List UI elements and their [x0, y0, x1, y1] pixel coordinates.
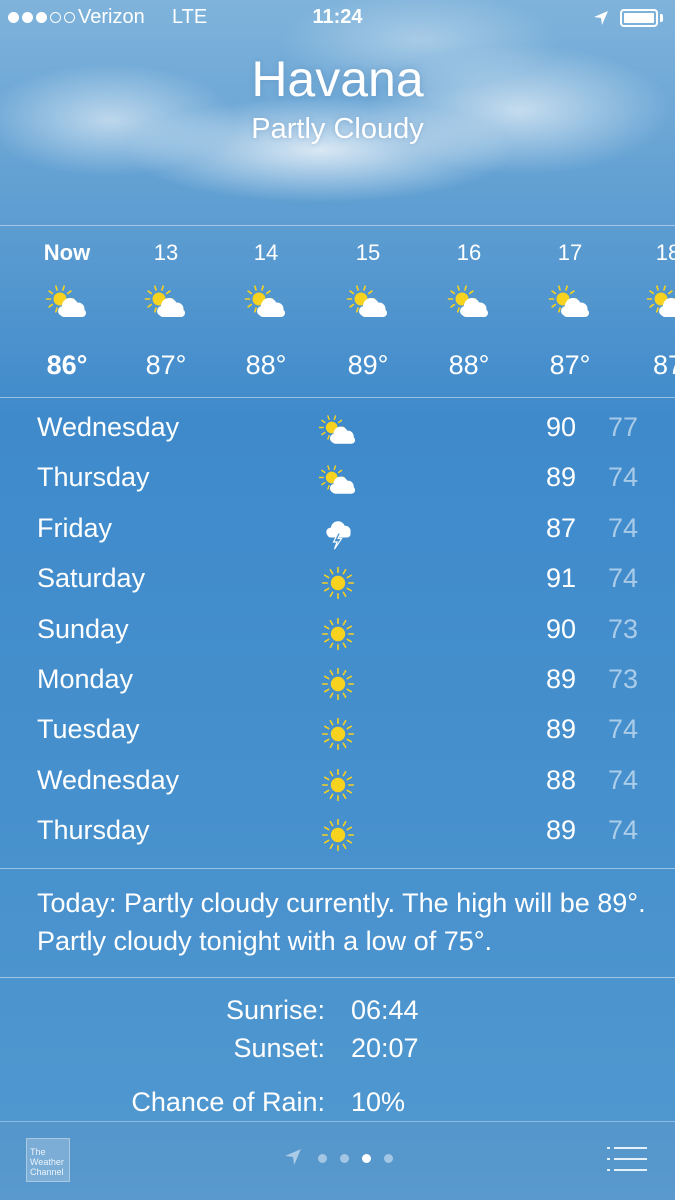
page-dot[interactable]	[384, 1154, 393, 1163]
day-high-temp: 89	[545, 664, 576, 694]
sunrise-label: Sunrise:	[225, 995, 325, 1025]
day-name: Wednesday	[37, 412, 180, 442]
hourly-temperature: 87°	[549, 350, 591, 380]
status-bar: Verizon LTE 11:24	[0, 0, 675, 38]
hourly-time-label: 17	[557, 240, 583, 265]
day-name: Saturday	[37, 563, 146, 594]
day-high-temp: 90	[545, 412, 576, 442]
location-arrow-icon	[285, 1149, 301, 1165]
divider	[0, 868, 675, 869]
hourly-time-label: 18	[655, 240, 675, 265]
sun-icon	[318, 616, 358, 652]
page-dot[interactable]	[340, 1154, 349, 1163]
battery-tip	[660, 14, 663, 22]
city-name: Havana	[251, 51, 424, 107]
status-time: 11:24	[312, 6, 363, 28]
sun-icon	[318, 767, 358, 803]
day-high-temp: 87	[545, 512, 576, 543]
partly-cloudy-icon	[447, 284, 491, 324]
hourly-time-label: 14	[253, 240, 279, 265]
hourly-time-label: 15	[355, 240, 381, 265]
day-low-temp: 73	[607, 664, 638, 694]
hourly-temperature: 87	[652, 350, 675, 380]
divider	[0, 225, 675, 226]
hourly-temperature: 88°	[245, 350, 287, 380]
chance-of-rain-value: 10%	[351, 1087, 406, 1117]
sunset-value: 20:07	[351, 1033, 419, 1063]
day-high-temp: 90	[545, 613, 576, 644]
page-dot[interactable]	[362, 1154, 371, 1163]
partly-cloudy-icon	[346, 284, 390, 324]
partly-cloudy-icon	[646, 284, 675, 324]
day-name: Sunday	[37, 613, 129, 644]
day-name: Friday	[37, 512, 113, 543]
partly-cloudy-icon	[318, 414, 358, 450]
partly-cloudy-icon	[318, 464, 358, 500]
list-icon[interactable]	[607, 1146, 647, 1172]
sunset-label: Sunset:	[233, 1033, 325, 1063]
day-low-temp: 77	[607, 412, 638, 442]
partly-cloudy-icon	[244, 284, 288, 324]
divider	[0, 397, 675, 398]
bottom-toolbar	[0, 1121, 675, 1200]
location-arrow-icon	[594, 11, 608, 25]
day-high-temp: 88	[545, 764, 576, 795]
day-name: Wednesday	[37, 764, 180, 795]
page-dot[interactable]	[318, 1154, 327, 1163]
hourly-temperature: 87°	[145, 350, 187, 380]
current-condition: Partly Cloudy	[251, 113, 424, 145]
day-low-temp: 74	[607, 764, 638, 795]
hourly-temperature: 89°	[347, 350, 389, 380]
hourly-time-label: Now	[43, 240, 91, 265]
battery-icon	[620, 9, 658, 27]
weather-channel-logo[interactable]: The Weather Channel	[26, 1138, 70, 1182]
hourly-temperature: 88°	[448, 350, 490, 380]
partly-cloudy-icon	[548, 284, 592, 324]
hourly-time-label: 16	[456, 240, 482, 265]
hourly-time-label: 13	[153, 240, 179, 265]
day-low-temp: 74	[607, 563, 638, 594]
hourly-temperature: 86°	[46, 350, 88, 380]
chance-of-rain-label: Chance of Rain:	[131, 1087, 325, 1117]
today-summary: Today: Partly cloudy currently. The high…	[37, 888, 646, 956]
sun-icon	[318, 565, 358, 601]
divider	[0, 977, 675, 978]
day-low-temp: 74	[607, 512, 638, 543]
sun-icon	[318, 666, 358, 702]
day-name: Thursday	[37, 815, 150, 846]
day-high-temp: 91	[545, 563, 576, 594]
partly-cloudy-icon	[45, 284, 89, 324]
day-low-temp: 73	[607, 613, 638, 644]
day-name: Monday	[37, 664, 134, 694]
day-name: Tuesday	[37, 714, 140, 745]
day-high-temp: 89	[545, 714, 576, 745]
day-low-temp: 74	[607, 462, 638, 493]
sunrise-value: 06:44	[351, 995, 419, 1025]
day-low-temp: 74	[607, 714, 638, 745]
sun-icon	[318, 817, 358, 853]
day-low-temp: 74	[607, 815, 638, 846]
sun-icon	[318, 716, 358, 752]
day-high-temp: 89	[545, 462, 576, 493]
day-name: Thursday	[37, 462, 150, 493]
partly-cloudy-icon	[144, 284, 188, 324]
day-high-temp: 89	[545, 815, 576, 846]
thunderstorm-icon	[318, 515, 358, 551]
